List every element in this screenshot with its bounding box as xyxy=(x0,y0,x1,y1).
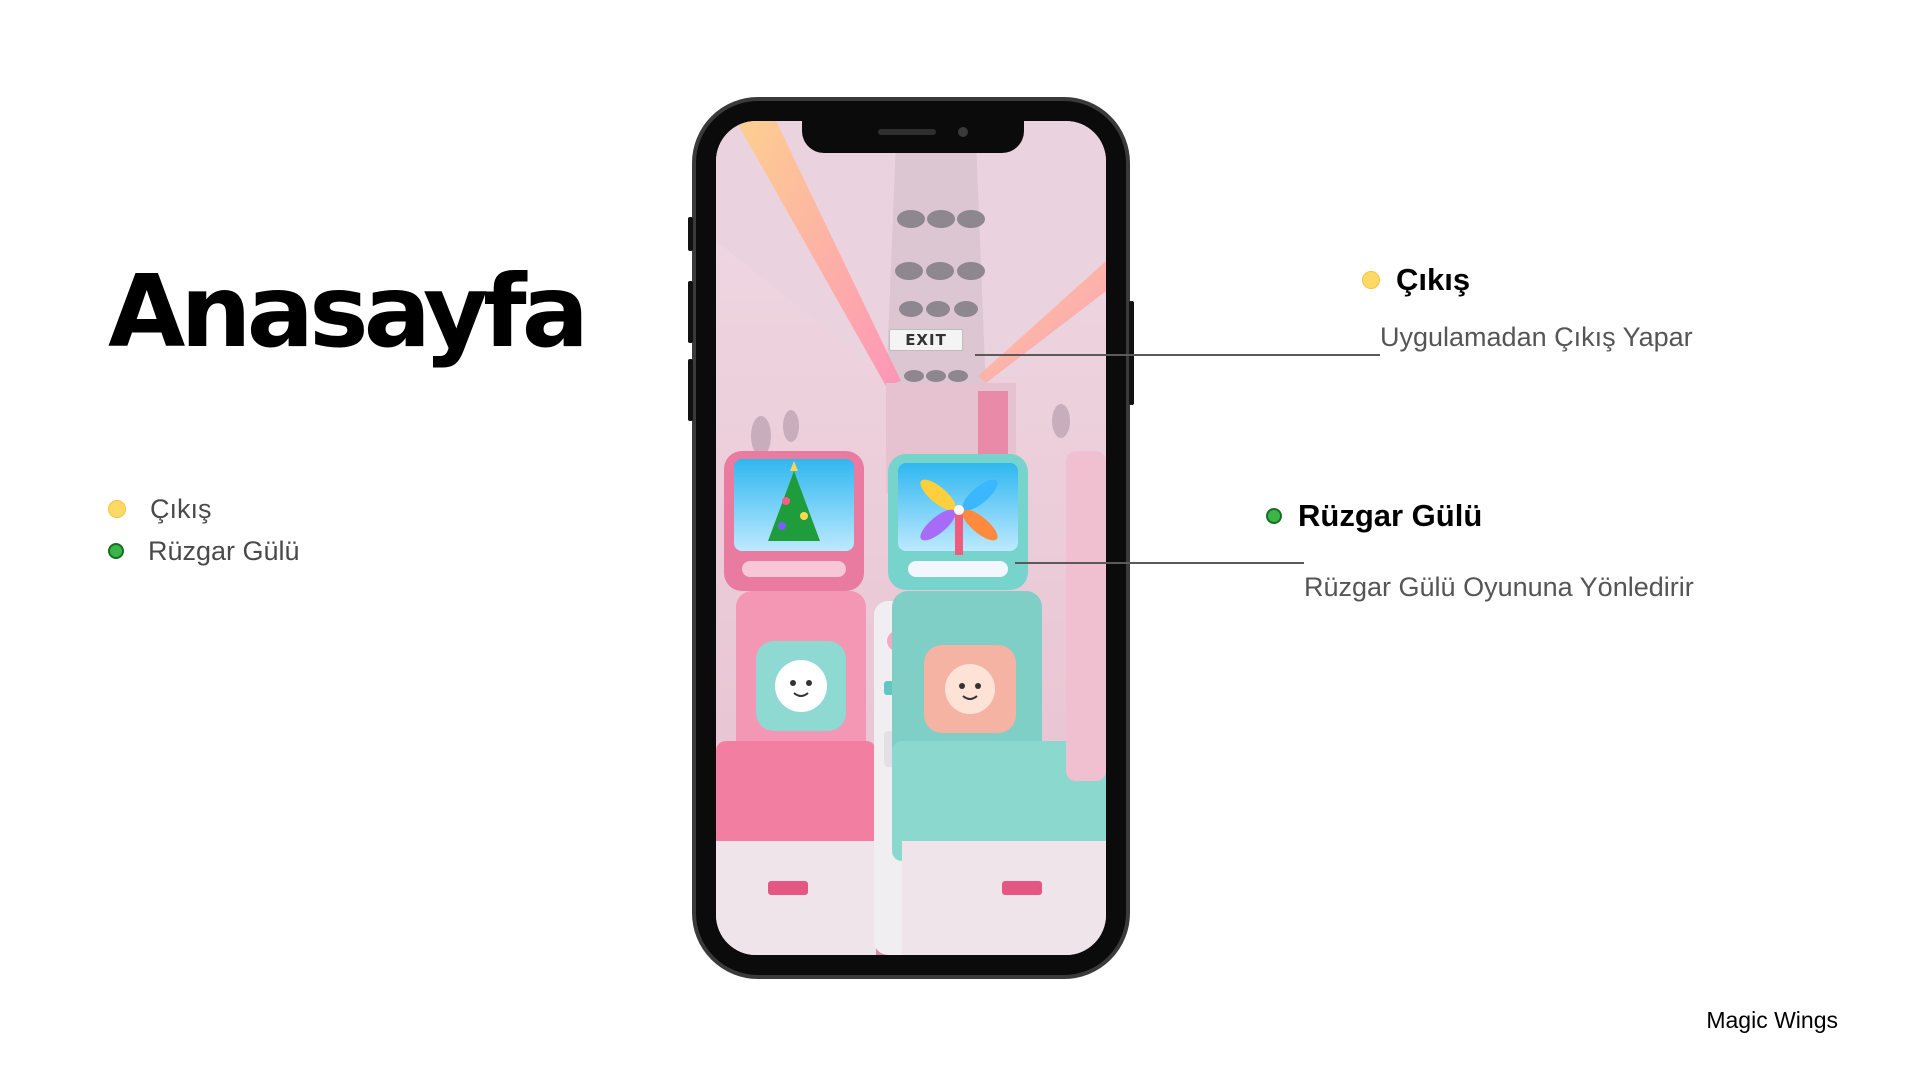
airplane-cabin-illustration xyxy=(716,121,1106,955)
yellow-dot-icon xyxy=(1362,271,1380,289)
callout-windrose-title: Rüzgar Gülü xyxy=(1266,498,1482,534)
callout-exit-label: Çıkış xyxy=(1396,262,1471,297)
callout-windrose-description: Rüzgar Gülü Oyununa Yönledirir xyxy=(1304,572,1694,602)
green-dot-icon xyxy=(108,543,124,559)
callout-windrose-label: Rüzgar Gülü xyxy=(1298,498,1483,533)
legend: Çıkış Rüzgar Gülü xyxy=(108,488,300,572)
volume-up-button xyxy=(688,281,693,343)
legend-item-windrose: Rüzgar Gülü xyxy=(108,530,300,572)
green-dot-icon xyxy=(1266,508,1282,524)
callout-exit-description: Uygulamadan Çıkış Yapar xyxy=(1380,322,1693,352)
app-screen: EXIT xyxy=(716,121,1106,955)
legend-label: Çıkış xyxy=(150,493,212,524)
legend-item-exit: Çıkış xyxy=(108,488,300,530)
volume-down-button xyxy=(688,359,693,421)
page-title: Anasayfa xyxy=(108,253,589,370)
yellow-dot-icon xyxy=(108,500,126,518)
exit-sign[interactable]: EXIT xyxy=(889,329,963,351)
callout-exit-leader-line xyxy=(975,354,1380,356)
camera-icon xyxy=(958,127,968,137)
callout-windrose-leader-line xyxy=(1015,562,1304,564)
brand-label: Magic Wings xyxy=(1706,1007,1838,1033)
legend-label: Rüzgar Gülü xyxy=(148,535,300,566)
callout-exit-title: Çıkış xyxy=(1362,262,1470,298)
phone-notch xyxy=(802,121,1024,153)
phone-mockup: EXIT xyxy=(688,97,1134,979)
mute-switch xyxy=(688,217,693,251)
power-button xyxy=(1129,301,1134,405)
speaker-icon xyxy=(878,129,936,135)
